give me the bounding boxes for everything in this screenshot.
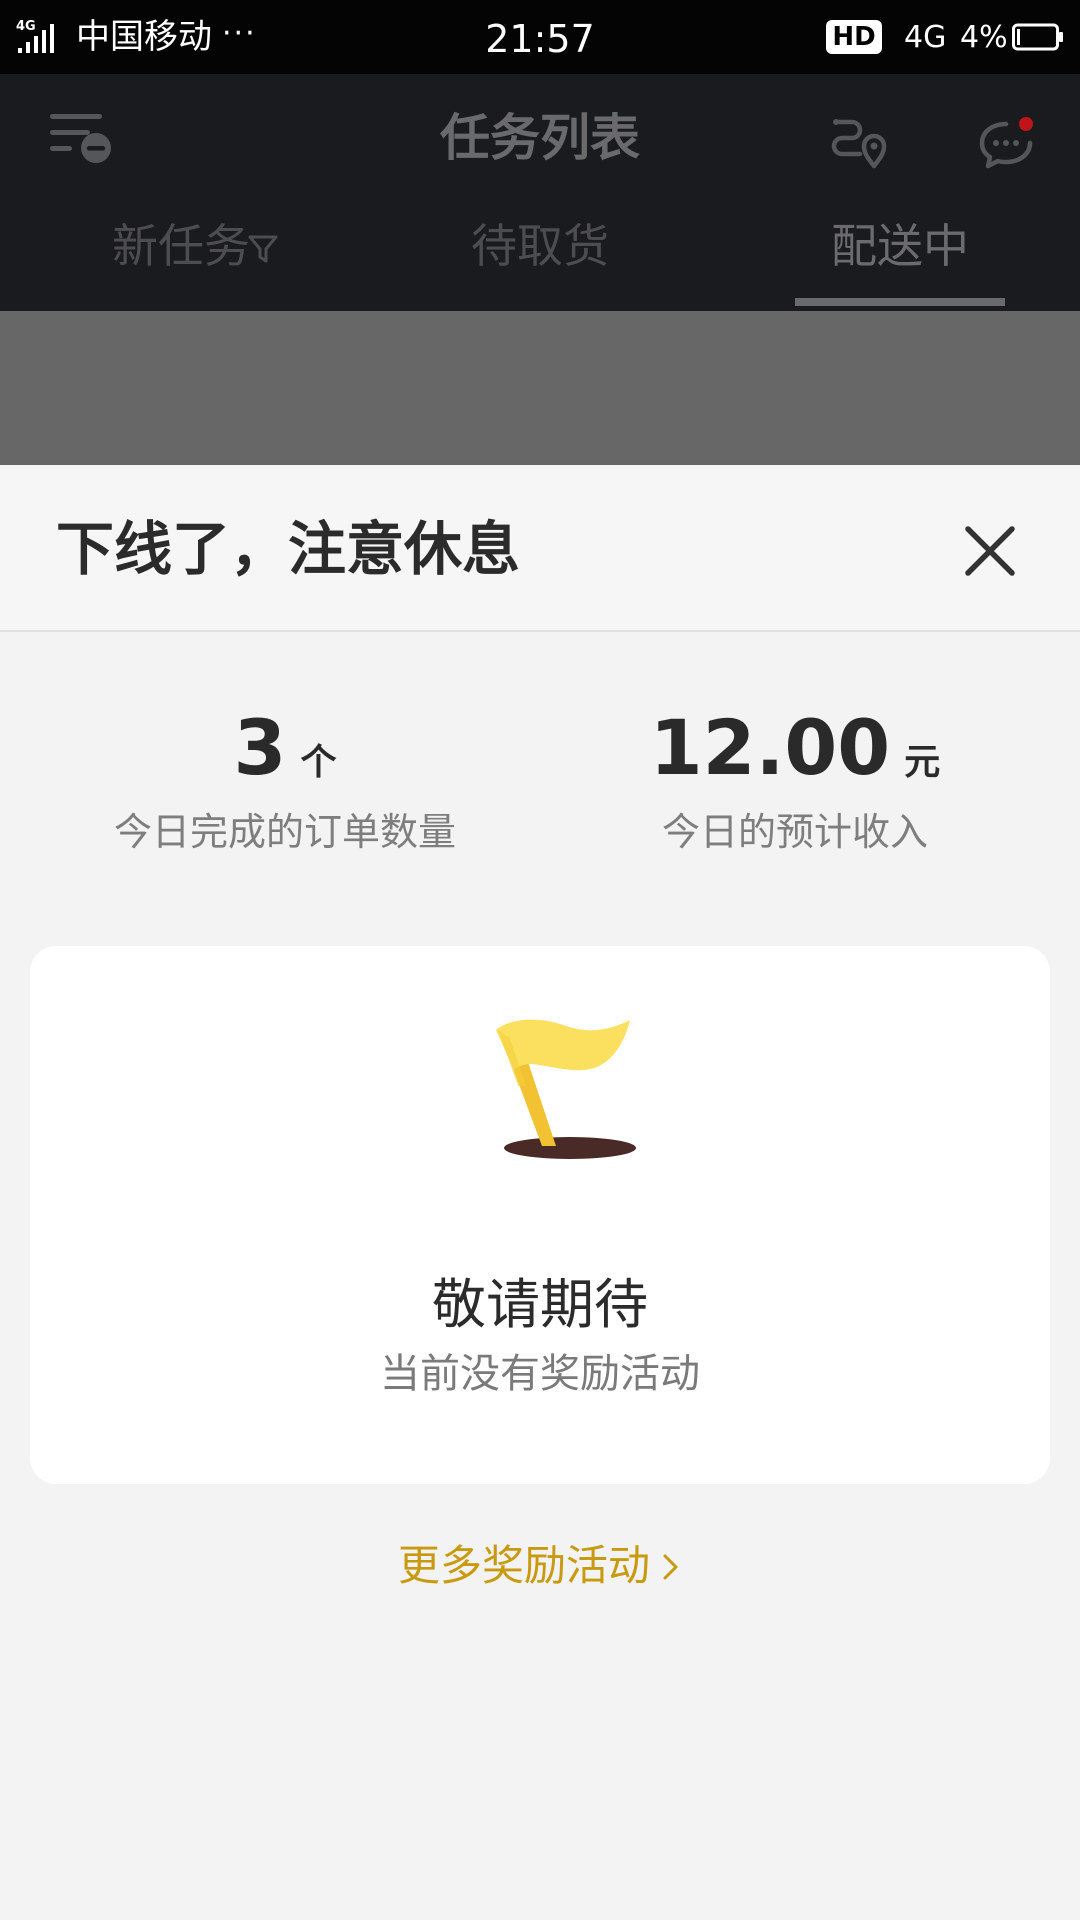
chevron-right-icon — [663, 1554, 678, 1580]
app-root: 4G 中国移动 ··· 21:57 HD 4G 4% 4% 任务列表 — [0, 0, 1080, 1920]
sheet-header: 下线了，注意休息 — [0, 465, 1080, 632]
orders-count: 3 — [233, 703, 287, 792]
filter-icon[interactable] — [248, 234, 278, 264]
income-amount: 12.00 — [649, 703, 891, 792]
active-tab-indicator — [795, 298, 1005, 306]
page-title: 任务列表 — [440, 109, 640, 167]
sheet-title: 下线了，注意休息 — [56, 515, 521, 583]
tab-pending-pickup[interactable]: 待取货 — [420, 210, 660, 282]
stat-income-value-row: 12.00 元 — [590, 700, 1000, 796]
close-icon[interactable] — [962, 523, 1018, 579]
network-type: 4G — [904, 20, 947, 55]
notification-dot — [1019, 117, 1033, 131]
modal-backdrop[interactable] — [0, 311, 1080, 465]
card-subtitle: 当前没有奖励活动 — [380, 1351, 700, 1397]
battery-icon — [1012, 23, 1063, 51]
income-unit: 元 — [904, 742, 941, 783]
tab-delivering[interactable]: 配送中 — [780, 210, 1020, 282]
message-icon[interactable] — [978, 116, 1034, 170]
more-rewards-label: 更多奖励活动 — [397, 1541, 650, 1590]
more-rewards-link[interactable]: 更多奖励活动 — [0, 1536, 1080, 1596]
card-title: 敬请期待 — [432, 1273, 648, 1336]
app-header: 任务列表 新任务 待取货 配送中 — [0, 74, 1080, 311]
battery-percent-text: 4% — [960, 20, 1008, 55]
income-label: 今日的预计收入 — [661, 810, 928, 854]
tab-new-tasks[interactable]: 新任务 — [86, 210, 278, 282]
flag-icon — [496, 1019, 636, 1159]
stat-orders-value-row: 3个 — [80, 700, 490, 796]
tab-new-tasks-label: 新任务 — [112, 219, 250, 273]
status-bar: 4G 中国移动 ··· 21:57 HD 4G 4% 4% — [0, 0, 1080, 74]
route-map-icon[interactable] — [830, 114, 894, 170]
stat-estimated-income: 12.00 元 今日的预计收入 — [590, 700, 1000, 858]
orders-label: 今日完成的订单数量 — [113, 810, 456, 854]
stat-orders-completed: 3个 今日完成的订单数量 — [80, 700, 490, 858]
orders-unit: 个 — [300, 742, 337, 783]
reward-activity-card: 敬请期待 当前没有奖励活动 — [30, 946, 1050, 1484]
hd-badge: HD — [826, 20, 882, 54]
